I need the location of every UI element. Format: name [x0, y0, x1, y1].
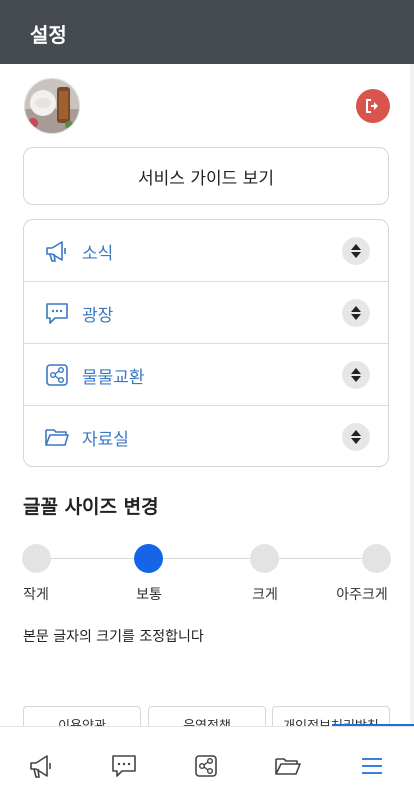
font-size-label-large: 크게 [252, 587, 278, 603]
menu-item-square[interactable]: 광장 [24, 282, 388, 344]
font-size-option-xlarge[interactable] [362, 544, 391, 573]
folder-icon[interactable] [274, 752, 302, 780]
menu-label-exchange: 물물교환 [82, 368, 145, 388]
menu-list: 소식 광장 물물교환 자료실 [23, 219, 389, 467]
chat-bubble-icon [46, 303, 68, 324]
font-size-title: 글꼴 사이즈 변경 [23, 496, 159, 518]
scrollbar[interactable] [410, 64, 414, 726]
menu-item-news[interactable]: 소식 [24, 220, 388, 282]
font-size-label-small: 작게 [23, 587, 49, 603]
sort-icon [351, 306, 361, 320]
font-size-option-large[interactable] [250, 544, 279, 573]
active-tab-indicator [332, 724, 414, 726]
share-icon [46, 364, 68, 386]
sort-toggle-square[interactable] [342, 299, 370, 327]
menu-label-archive: 자료실 [82, 430, 129, 450]
logout-icon [366, 99, 378, 113]
service-guide-button[interactable]: 서비스 가이드 보기 [23, 147, 389, 205]
font-size-slider-track [36, 558, 376, 559]
font-size-option-small[interactable] [22, 544, 51, 573]
sort-toggle-exchange[interactable] [342, 361, 370, 389]
logout-button[interactable] [356, 89, 390, 123]
page-title: 설정 [30, 23, 67, 47]
sort-toggle-news[interactable] [342, 237, 370, 265]
megaphone-icon [46, 241, 66, 262]
sort-icon [351, 430, 361, 444]
font-size-label-xlarge: 아주크게 [336, 587, 388, 603]
share-icon[interactable] [192, 752, 220, 780]
avatar-image [25, 79, 79, 133]
menu-label-news: 소식 [82, 244, 114, 264]
app-header: 설정 [0, 0, 414, 64]
sort-toggle-archive[interactable] [342, 423, 370, 451]
chat-bubble-icon[interactable] [110, 752, 138, 780]
menu-item-exchange[interactable]: 물물교환 [24, 344, 388, 406]
menu-icon[interactable] [358, 752, 386, 780]
folder-icon [45, 429, 69, 446]
menu-label-square: 광장 [82, 306, 114, 326]
font-size-description: 본문 글자의 크기를 조정합니다 [23, 629, 204, 645]
service-guide-label: 서비스 가이드 보기 [138, 168, 274, 189]
megaphone-icon[interactable] [28, 752, 56, 780]
sort-icon [351, 244, 361, 258]
bottom-nav [0, 726, 414, 801]
font-size-option-normal[interactable] [134, 544, 163, 573]
menu-item-archive[interactable]: 자료실 [24, 406, 388, 466]
font-size-label-normal: 보통 [136, 587, 162, 603]
sort-icon [351, 368, 361, 382]
avatar[interactable] [24, 78, 80, 134]
